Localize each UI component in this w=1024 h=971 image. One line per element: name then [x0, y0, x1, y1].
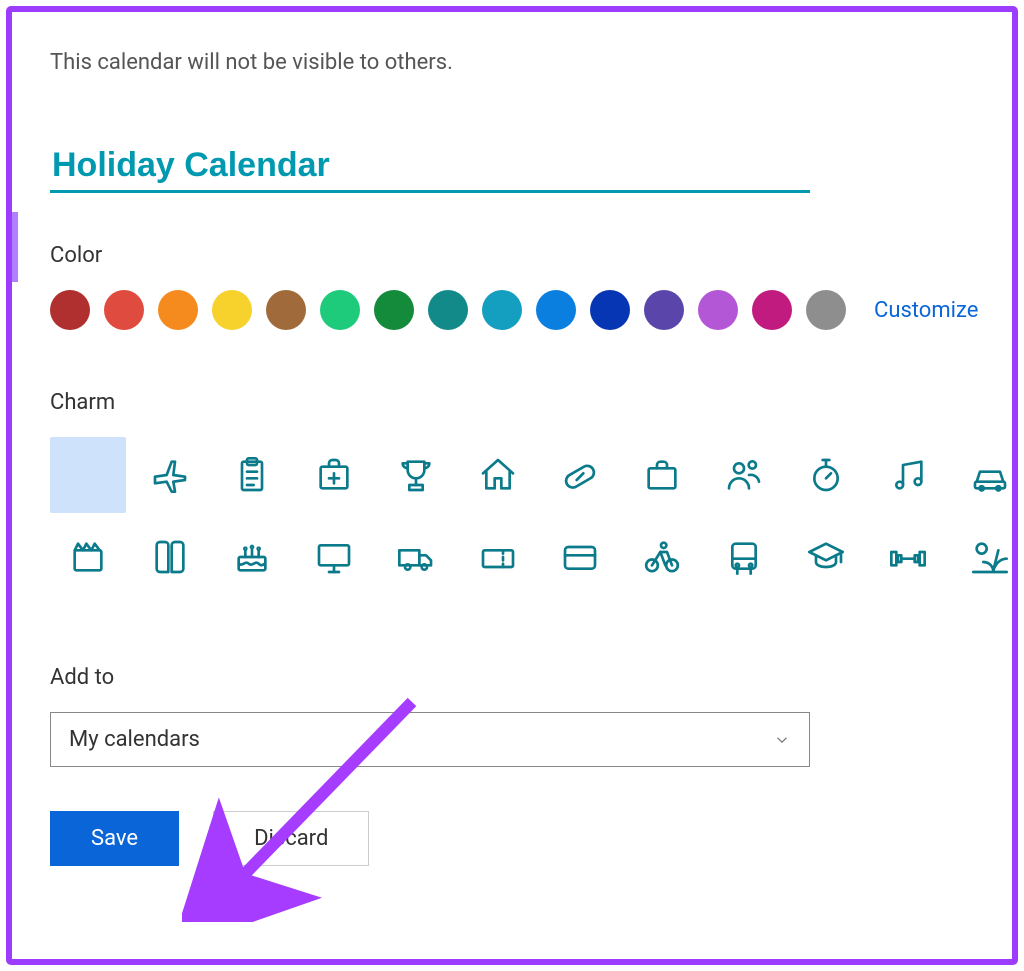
color-swatch-11[interactable] — [644, 290, 684, 330]
color-swatch-2[interactable] — [158, 290, 198, 330]
charm-first-aid-icon[interactable] — [296, 437, 372, 513]
color-swatch-row: Customize — [50, 290, 974, 330]
color-swatch-10[interactable] — [590, 290, 630, 330]
color-swatch-3[interactable] — [212, 290, 252, 330]
color-swatch-14[interactable] — [806, 290, 846, 330]
discard-button[interactable]: Discard — [213, 811, 369, 866]
charm-people-icon[interactable] — [706, 437, 782, 513]
charm-pill-icon[interactable] — [542, 437, 618, 513]
side-accent-decoration — [12, 212, 18, 282]
charm-graduation-icon[interactable] — [788, 519, 864, 595]
charm-dumbbell-icon[interactable] — [870, 519, 946, 595]
charm-clipboard-icon[interactable] — [214, 437, 290, 513]
color-swatch-1[interactable] — [104, 290, 144, 330]
charm-section-label: Charm — [50, 390, 974, 415]
color-swatch-0[interactable] — [50, 290, 90, 330]
charm-vacation-icon[interactable] — [952, 519, 1024, 595]
charm-truck-icon[interactable] — [378, 519, 454, 595]
charm-book-icon[interactable] — [132, 519, 208, 595]
color-section-label: Color — [50, 243, 974, 268]
charm-airplane-icon[interactable] — [132, 437, 208, 513]
calendar-name-field-wrap — [50, 145, 810, 193]
add-to-selected-value: My calendars — [69, 727, 200, 752]
charm-music-icon[interactable] — [870, 437, 946, 513]
color-swatch-13[interactable] — [752, 290, 792, 330]
charm-home-icon[interactable] — [460, 437, 536, 513]
charm-briefcase-icon[interactable] — [624, 437, 700, 513]
add-to-select[interactable]: My calendars — [50, 712, 810, 767]
color-swatch-5[interactable] — [320, 290, 360, 330]
color-swatch-12[interactable] — [698, 290, 738, 330]
save-button[interactable]: Save — [50, 811, 179, 866]
color-swatch-7[interactable] — [428, 290, 468, 330]
charm-none-icon[interactable] — [50, 437, 126, 513]
charm-ticket-icon[interactable] — [460, 519, 536, 595]
charm-bus-icon[interactable] — [706, 519, 782, 595]
charm-cake-icon[interactable] — [214, 519, 290, 595]
color-swatch-4[interactable] — [266, 290, 306, 330]
color-swatch-9[interactable] — [536, 290, 576, 330]
charm-credit-card-icon[interactable] — [542, 519, 618, 595]
charm-movie-icon[interactable] — [50, 519, 126, 595]
charm-car-icon[interactable] — [952, 437, 1024, 513]
customize-color-link[interactable]: Customize — [874, 298, 978, 323]
color-swatch-6[interactable] — [374, 290, 414, 330]
charm-grid — [50, 437, 974, 595]
calendar-name-input[interactable] — [50, 145, 810, 186]
add-to-select-wrap: My calendars — [50, 712, 810, 767]
charm-stopwatch-icon[interactable] — [788, 437, 864, 513]
charm-bicycle-icon[interactable] — [624, 519, 700, 595]
add-to-section-label: Add to — [50, 665, 974, 690]
color-swatch-8[interactable] — [482, 290, 522, 330]
charm-trophy-icon[interactable] — [378, 437, 454, 513]
visibility-info-text: This calendar will not be visible to oth… — [50, 50, 974, 75]
dialog-frame: This calendar will not be visible to oth… — [6, 6, 1018, 965]
chevron-down-icon — [773, 731, 791, 749]
charm-monitor-icon[interactable] — [296, 519, 372, 595]
dialog-button-row: Save Discard — [50, 811, 974, 866]
